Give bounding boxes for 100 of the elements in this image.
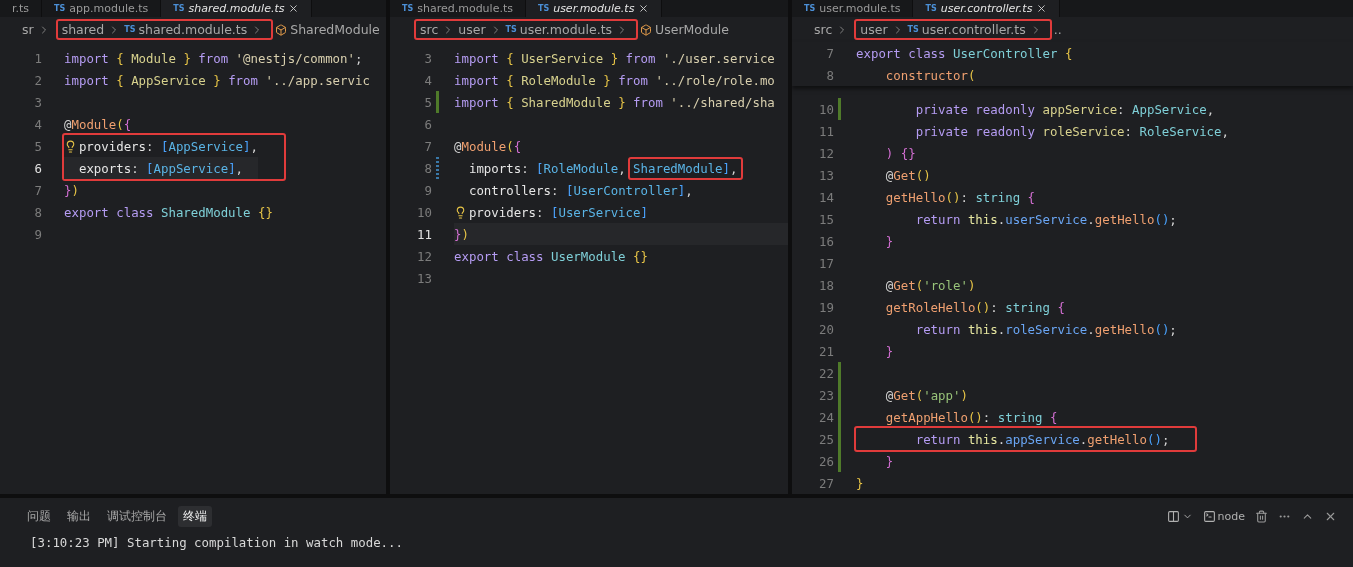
code-token: AppService [153,160,229,176]
code-token: [ [565,182,574,198]
code-token: import [454,94,500,110]
close-icon[interactable] [288,3,300,14]
file-tab[interactable]: TS shared.module.ts [161,0,313,17]
code-token: ; [1169,211,1177,227]
panel-tab[interactable]: 终端 [178,506,212,527]
line-number: 26 [818,453,834,469]
code-token: this [967,211,998,227]
code-token: : [982,409,992,425]
code-token: [ [146,160,154,176]
file-tab[interactable]: TS user.controller.ts [913,0,1061,17]
line-number: 5 [423,94,432,110]
file-type-label: TS [505,25,517,34]
code-token: ; [1161,431,1170,447]
lightbulb-icon[interactable] [454,205,467,219]
code-token: import [64,72,110,88]
file-tab[interactable]: TS user.module.ts [525,0,663,17]
close-icon[interactable] [638,3,650,14]
code-token: ( [967,67,976,83]
code-token: [ [550,204,559,220]
breadcrumb-item[interactable]: SharedModule [290,22,380,37]
class-symbol-icon [275,23,288,36]
breadcrumb-item[interactable]: user.module.ts [519,22,613,37]
code-token: SharedModule [161,204,252,220]
breadcrumb-item[interactable]: .. [1053,22,1062,37]
code-token: { [1027,189,1036,205]
code-token: : [131,160,140,176]
code-token: } [884,233,894,249]
close-icon[interactable] [1324,510,1337,523]
breadcrumb-item[interactable]: user [860,22,888,37]
terminal-selector[interactable]: node [1202,510,1245,523]
code-token: from [227,72,259,88]
file-type-label: TS [54,4,66,13]
panel-tab[interactable]: 调试控制台 [102,506,172,527]
trash-icon[interactable] [1255,510,1268,523]
code-token: from [632,94,664,110]
code-token: : [960,189,969,205]
code-token: import [454,72,500,88]
code-token: getAppHello [884,409,968,425]
breadcrumb-item[interactable]: sr [22,22,34,37]
code-token: getHello [1087,431,1147,447]
code-token: roleService [1005,321,1088,337]
code-token: '../app.servic [265,72,370,88]
code-token: [ [536,160,544,176]
line-number: 21 [818,343,834,359]
line-number: 24 [818,409,834,425]
line-number: 12 [818,145,834,161]
breadcrumb-item[interactable]: user [458,22,486,37]
code-token: from [617,72,649,88]
code-token: UserController [573,182,678,198]
line-number: 12 [416,248,432,264]
breadcrumb-item[interactable]: user.controller.ts [921,22,1026,37]
code-token: this [967,431,998,447]
lightbulb-icon[interactable] [64,139,77,153]
code-token: string [997,409,1044,425]
file-type-label: TS [907,25,919,34]
code-token: } [183,50,191,66]
code-token: RoleModule [520,72,597,88]
code-token: . [1087,211,1095,227]
code-token: SharedModule [633,160,723,176]
breadcrumb-item[interactable]: shared [61,22,105,37]
code-token: () [967,409,983,425]
line-number: 18 [818,277,834,293]
code-token: roleService [1042,123,1125,139]
line-number: 16 [818,233,834,249]
code-token: from [197,50,230,66]
code-token: getRoleHello [884,299,976,315]
code-token: ) [967,277,976,293]
panel-tab[interactable]: 问题 [22,506,56,527]
code-token: @ [884,167,894,183]
code-token: string [975,189,1022,205]
code-token: ( [506,138,514,154]
breadcrumb-item[interactable]: src [420,22,439,37]
breadcrumb-item[interactable]: src [814,22,833,37]
tab-label: user.controller.ts [940,2,1033,15]
code-token: ; [1169,321,1177,337]
code-token: UserModule [551,248,627,264]
code-token: . [1087,321,1095,337]
panel-tab[interactable]: 输出 [62,506,96,527]
tab-label: app.module.ts [69,2,149,15]
code-token: AppService [1132,101,1207,117]
line-number: 3 [33,94,42,110]
breadcrumb-item[interactable]: shared.module.ts [138,22,248,37]
split-icon[interactable] [1166,510,1180,523]
code-token: , [250,138,258,154]
code-token: { [513,138,522,154]
breadcrumb-item[interactable]: UserModule [655,22,729,37]
class-symbol-icon [640,23,653,36]
code-token: ] [243,138,251,154]
code-token: , [618,160,627,176]
line-number: 27 [818,475,834,491]
line-number: 8 [825,67,834,83]
line-number: 19 [818,299,834,315]
line-number: 4 [33,116,42,132]
close-icon[interactable] [1036,3,1048,14]
code-token: Get [893,277,916,293]
code-token: @ [884,277,894,293]
code-token: string [1005,299,1051,315]
code-token: './user.service [662,50,775,66]
